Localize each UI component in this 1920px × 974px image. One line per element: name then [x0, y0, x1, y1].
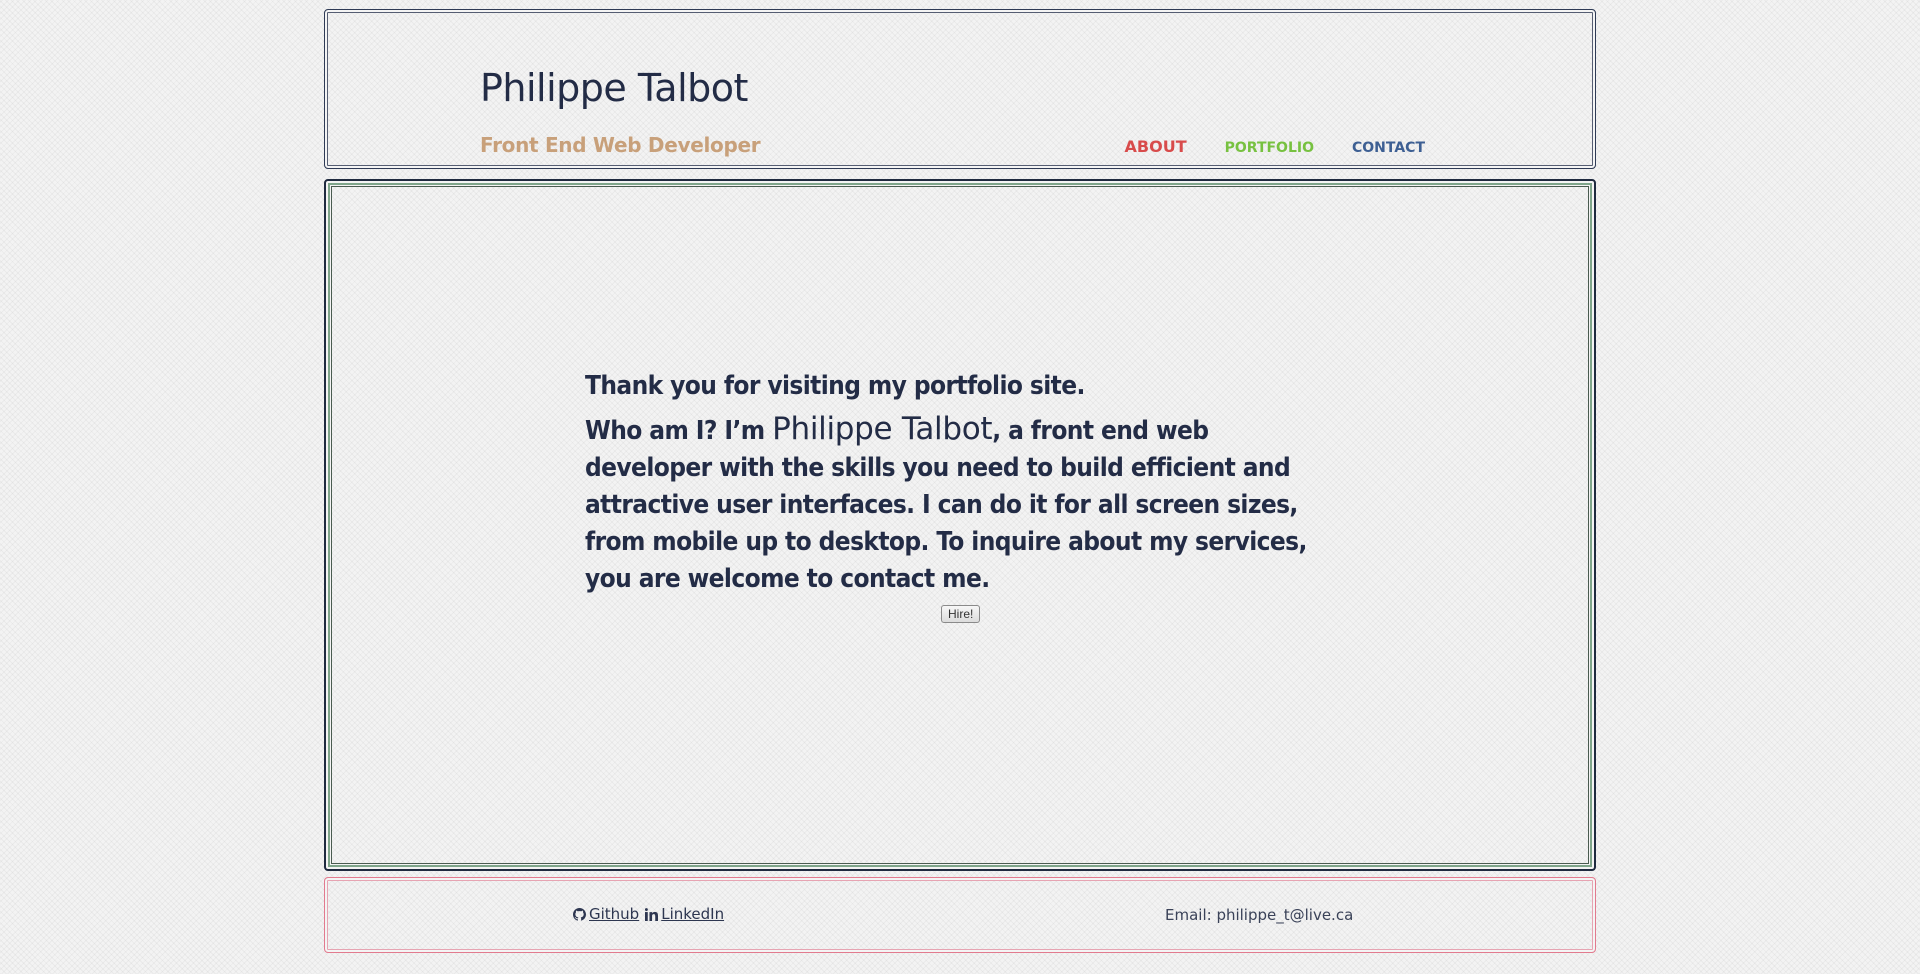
github-label: Github [589, 905, 640, 923]
nav-about-link[interactable]: ABOUT [1125, 137, 1187, 156]
bio-paragraph: Who am I? I’m Philippe Talbot, a front e… [585, 411, 1325, 598]
github-link[interactable]: Github [573, 905, 639, 923]
linkedin-link[interactable]: LinkedIn [645, 905, 724, 923]
bio-prefix: Who am I? I’m [585, 416, 773, 446]
social-links: Github LinkedIn [573, 905, 724, 923]
contact-email: Email: philippe_t@live.ca [1165, 906, 1354, 924]
hire-button[interactable]: Hire! [941, 605, 981, 623]
main-nav: ABOUT PORTFOLIO CONTACT [1125, 137, 1425, 156]
intro-section: Thank you for visiting my portfolio site… [585, 371, 1325, 598]
main-content: Thank you for visiting my portfolio site… [324, 179, 1596, 871]
linkedin-icon [645, 907, 659, 921]
nav-portfolio-link[interactable]: PORTFOLIO [1225, 140, 1314, 156]
linkedin-label: LinkedIn [661, 905, 725, 923]
github-icon [573, 907, 586, 921]
site-footer: Github LinkedIn Email: philippe_t@live.c… [324, 877, 1596, 953]
bio-name: Philippe Talbot [772, 411, 993, 447]
site-title: Philippe Talbot [480, 66, 748, 110]
site-subtitle: Front End Web Developer [480, 133, 761, 157]
thanks-message: Thank you for visiting my portfolio site… [585, 371, 1085, 401]
site-header: Philippe Talbot Front End Web Developer … [324, 9, 1596, 169]
page-wrapper: Philippe Talbot Front End Web Developer … [324, 9, 1596, 953]
nav-contact-link[interactable]: CONTACT [1352, 140, 1425, 156]
